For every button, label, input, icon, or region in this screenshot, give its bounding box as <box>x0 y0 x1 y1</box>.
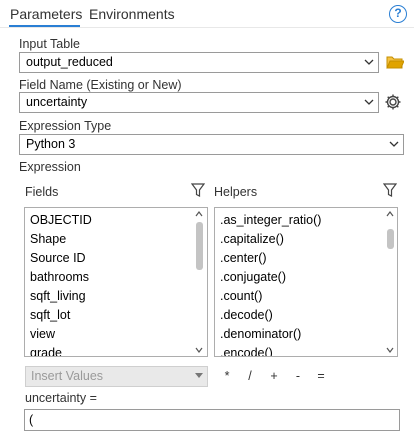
list-item[interactable]: .capitalize() <box>220 232 284 247</box>
field-name-value: uncertainty <box>26 95 88 109</box>
list-item[interactable]: .decode() <box>220 308 273 323</box>
fields-header: Fields <box>25 185 59 199</box>
helpers-list[interactable]: .as_integer_ratio() .capitalize() .cente… <box>214 207 398 357</box>
operator-divide-button[interactable]: / <box>244 369 256 384</box>
list-item[interactable]: Shape <box>30 232 66 247</box>
list-item[interactable]: .as_integer_ratio() <box>220 213 321 228</box>
tab-environments[interactable]: Environments <box>89 5 175 23</box>
scroll-up-icon[interactable] <box>386 211 394 217</box>
list-item[interactable]: view <box>30 327 55 342</box>
input-table-value: output_reduced <box>26 55 113 69</box>
caret-down-icon <box>195 373 203 378</box>
scrollbar[interactable] <box>385 208 395 356</box>
scrollbar[interactable] <box>194 208 204 356</box>
chevron-down-icon[interactable] <box>389 139 399 149</box>
helpers-header: Helpers <box>214 185 258 199</box>
help-icon[interactable]: ? <box>389 5 407 23</box>
chevron-down-icon[interactable] <box>364 57 374 67</box>
list-item[interactable]: sqft_living <box>30 289 86 304</box>
list-item[interactable]: grade <box>30 346 62 356</box>
expression-type-label: Expression Type <box>19 119 112 133</box>
folder-icon[interactable] <box>386 54 404 70</box>
list-item[interactable]: .encode() <box>220 346 273 356</box>
tab-divider <box>0 27 414 28</box>
list-item[interactable]: sqft_lot <box>30 308 70 323</box>
scroll-thumb[interactable] <box>387 229 394 249</box>
list-item[interactable]: .denominator() <box>220 327 301 342</box>
input-table-label: Input Table <box>19 37 80 51</box>
list-item[interactable]: .conjugate() <box>220 270 286 285</box>
expression-type-combo[interactable]: Python 3 <box>19 134 404 155</box>
list-item[interactable]: Source ID <box>30 251 86 266</box>
list-item[interactable]: .count() <box>220 289 262 304</box>
filter-icon[interactable] <box>191 183 205 197</box>
scroll-up-icon[interactable] <box>195 211 203 217</box>
input-table-combo[interactable]: output_reduced <box>19 52 379 73</box>
filter-icon[interactable] <box>383 183 397 197</box>
operator-multiply-button[interactable]: * <box>221 369 233 384</box>
expression-target-label: uncertainty = <box>25 391 97 405</box>
insert-values-combo: Insert Values <box>25 366 208 387</box>
gear-icon[interactable] <box>384 93 402 111</box>
tab-parameters[interactable]: Parameters <box>10 5 82 23</box>
chevron-down-icon[interactable] <box>364 97 374 107</box>
expression-value: ( <box>29 413 34 427</box>
expression-label: Expression <box>19 160 81 174</box>
field-name-combo[interactable]: uncertainty <box>19 92 379 113</box>
list-item[interactable]: OBJECTID <box>30 213 92 228</box>
scroll-down-icon[interactable] <box>386 347 394 353</box>
field-name-label: Field Name (Existing or New) <box>19 78 182 92</box>
insert-values-label: Insert Values <box>31 369 104 383</box>
operator-subtract-button[interactable]: - <box>292 369 304 384</box>
scroll-thumb[interactable] <box>196 222 203 270</box>
expression-type-value: Python 3 <box>26 137 76 151</box>
operator-equals-button[interactable]: = <box>315 369 327 384</box>
fields-list[interactable]: OBJECTID Shape Source ID bathrooms sqft_… <box>24 207 208 357</box>
scroll-down-icon[interactable] <box>195 347 203 353</box>
operator-add-button[interactable]: + <box>268 369 280 384</box>
list-item[interactable]: bathrooms <box>30 270 89 285</box>
expression-input[interactable]: ( <box>24 409 400 431</box>
list-item[interactable]: .center() <box>220 251 267 266</box>
